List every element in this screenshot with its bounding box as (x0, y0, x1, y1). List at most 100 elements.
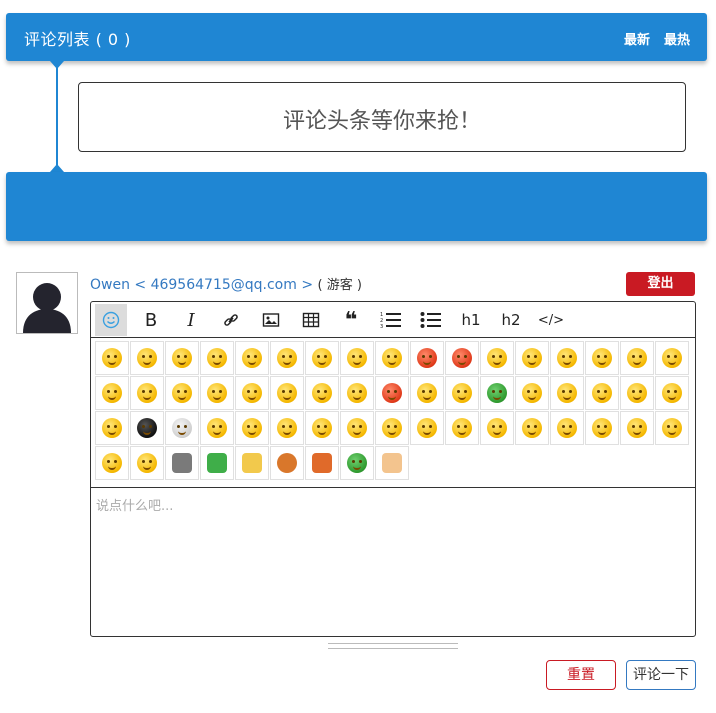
shy-emoji-icon[interactable] (305, 341, 339, 375)
kiss-emoji-icon[interactable] (200, 341, 234, 375)
table-icon[interactable] (295, 304, 327, 336)
frown-emoji-icon[interactable] (550, 376, 584, 410)
furious-glyph (382, 383, 402, 403)
tongue-emoji-icon[interactable] (480, 341, 514, 375)
coffee-emoji-icon[interactable] (305, 446, 339, 480)
grin-emoji-icon[interactable] (515, 341, 549, 375)
comments-header: 评论列表 ( 0 ) 最新 最热 (6, 13, 707, 61)
moon-glyph (452, 418, 472, 438)
comment-input[interactable]: 说点什么吧... (96, 495, 173, 514)
annoyed-emoji-icon[interactable] (550, 411, 584, 445)
sad-emoji-icon[interactable] (585, 341, 619, 375)
hmm-emoji-icon[interactable] (235, 411, 269, 445)
fist-emoji-icon[interactable] (375, 411, 409, 445)
cry-emoji-icon[interactable] (340, 341, 374, 375)
sunglasses-mad-glyph (627, 348, 647, 368)
h1-button[interactable]: h1 (455, 304, 487, 336)
surprised-emoji-icon[interactable] (270, 341, 304, 375)
green-man-emoji-icon[interactable] (340, 446, 374, 480)
basketball-emoji-icon[interactable] (270, 446, 304, 480)
black-monster-emoji-icon[interactable] (130, 411, 164, 445)
bullet-list-icon[interactable] (415, 304, 447, 336)
puzzled-emoji-icon[interactable] (270, 376, 304, 410)
skull-emoji-icon[interactable] (165, 411, 199, 445)
reset-button[interactable]: 重置 (546, 660, 616, 690)
smile-emoji-icon[interactable] (95, 341, 129, 375)
laugh-cry-emoji-icon[interactable] (95, 376, 129, 410)
spiral-eyes-emoji-icon[interactable] (655, 376, 689, 410)
cool-emoji-icon[interactable] (235, 341, 269, 375)
heart-eyes-emoji-icon[interactable] (165, 341, 199, 375)
angry-red-emoji-icon[interactable] (410, 341, 444, 375)
sunglasses-mad-emoji-icon[interactable] (620, 341, 654, 375)
handshake-emoji-icon[interactable] (375, 446, 409, 480)
sob-emoji-icon[interactable] (375, 341, 409, 375)
sort-newest-link[interactable]: 最新 (624, 29, 650, 48)
headband-emoji-icon[interactable] (515, 376, 549, 410)
bold-button[interactable]: B (135, 304, 167, 336)
dizzy-emoji-icon[interactable] (655, 341, 689, 375)
green-man-glyph (347, 453, 367, 473)
handshake-glyph (382, 453, 402, 473)
awkward-emoji-icon[interactable] (305, 376, 339, 410)
puzzled-glyph (277, 383, 297, 403)
smile-glyph (102, 348, 122, 368)
sort-hottest-link[interactable]: 最热 (664, 29, 690, 48)
frown-glyph (557, 383, 577, 403)
popcorn-emoji-icon[interactable] (235, 446, 269, 480)
emoji-icon[interactable] (95, 304, 127, 336)
ordered-list-icon[interactable]: 123 (375, 304, 407, 336)
peek-emoji-icon[interactable] (200, 411, 234, 445)
link-icon[interactable] (215, 304, 247, 336)
shush-glyph (627, 383, 647, 403)
wave-hand-emoji-icon[interactable] (480, 411, 514, 445)
peek-glyph (207, 418, 227, 438)
strong-emoji-icon[interactable] (515, 411, 549, 445)
facepalm-emoji-icon[interactable] (270, 411, 304, 445)
user-name-email[interactable]: Owen < 469564715@qq.com > (90, 277, 313, 293)
h2-button[interactable]: h2 (495, 304, 527, 336)
shush-emoji-icon[interactable] (620, 376, 654, 410)
kitchen-knife-emoji-icon[interactable] (165, 446, 199, 480)
editor-toolbar: B I ❝ 123 h1 h2 </> (91, 302, 695, 338)
code-button[interactable]: </> (535, 304, 567, 336)
moon-emoji-icon[interactable] (445, 411, 479, 445)
comments-title: 评论列表 ( 0 ) (24, 30, 131, 49)
shy-glyph (312, 348, 332, 368)
logout-button[interactable]: 登出 (626, 272, 695, 296)
blush-emoji-icon[interactable] (200, 376, 234, 410)
smirk-emoji-icon[interactable] (130, 341, 164, 375)
beam-emoji-icon[interactable] (445, 376, 479, 410)
user-role: ( 游客 ) (317, 278, 362, 293)
lazy-emoji-icon[interactable] (585, 411, 619, 445)
strong-glyph (522, 418, 542, 438)
think-emoji-icon[interactable] (165, 376, 199, 410)
yawn-emoji-icon[interactable] (340, 411, 374, 445)
rage-emoji-icon[interactable] (445, 341, 479, 375)
speechless-emoji-icon[interactable] (340, 376, 374, 410)
grin-big-emoji-icon[interactable] (410, 411, 444, 445)
wink-emoji-icon[interactable] (410, 376, 444, 410)
user-silhouette-icon (23, 283, 71, 333)
whistle-emoji-icon[interactable] (655, 411, 689, 445)
shock-spike-emoji-icon[interactable] (95, 446, 129, 480)
ghost-emoji-icon[interactable] (130, 446, 164, 480)
turtle-emoji-icon[interactable] (480, 376, 514, 410)
quote-button[interactable]: ❝ (335, 304, 367, 336)
teehee-emoji-icon[interactable] (305, 411, 339, 445)
confused-emoji-icon[interactable] (585, 376, 619, 410)
resize-handle-line[interactable] (328, 648, 458, 649)
worried-emoji-icon[interactable] (550, 341, 584, 375)
sweat-emoji-icon[interactable] (130, 376, 164, 410)
resize-handle[interactable] (328, 643, 458, 644)
confused-glyph (592, 383, 612, 403)
shocked-emoji-icon[interactable] (235, 376, 269, 410)
smug-emoji-icon[interactable] (620, 411, 654, 445)
italic-button[interactable]: I (175, 304, 207, 336)
watermelon-emoji-icon[interactable] (200, 446, 234, 480)
tearful-emoji-icon[interactable] (95, 411, 129, 445)
furious-emoji-icon[interactable] (375, 376, 409, 410)
submit-comment-button[interactable]: 评论一下 (626, 660, 696, 690)
image-icon[interactable] (255, 304, 287, 336)
svg-text:3: 3 (380, 324, 383, 329)
